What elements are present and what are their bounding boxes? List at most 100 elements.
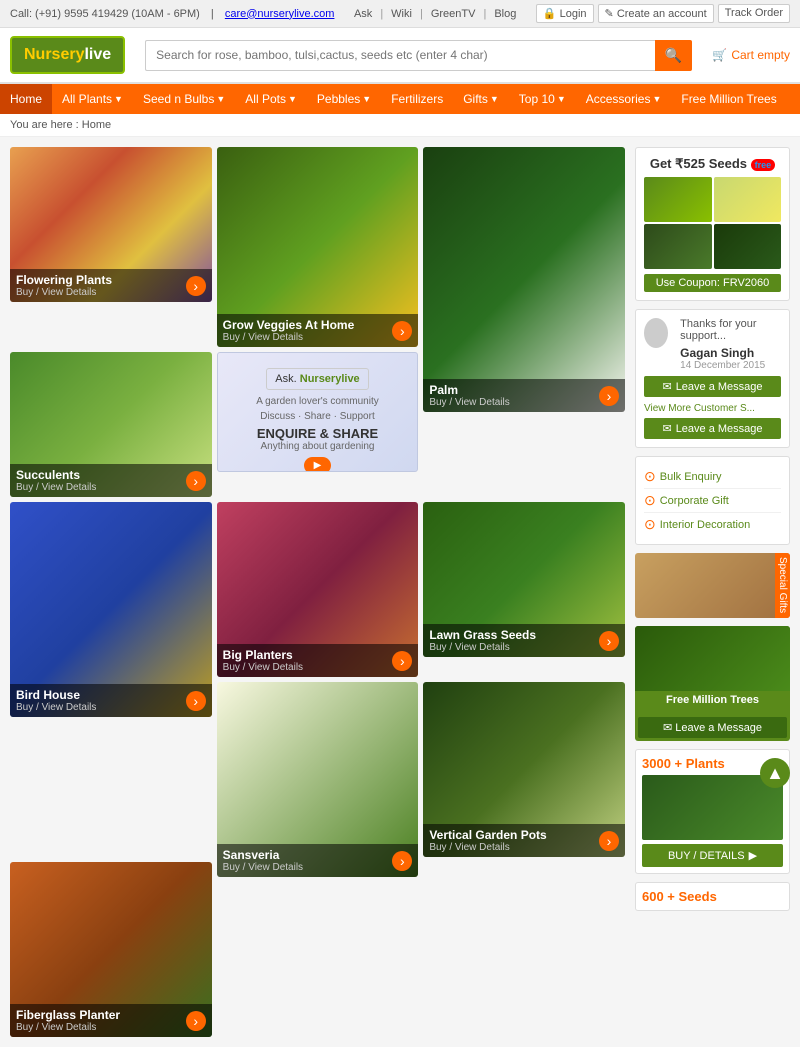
top-links: Ask | Wiki | GreenTV | Blog (354, 8, 516, 20)
seeds-count-title: 600 + Seeds (642, 889, 783, 904)
nav-home[interactable]: Home (0, 84, 52, 114)
card-flowering-subtitle: Buy / View Details (16, 287, 206, 298)
sidebar-free-trees[interactable]: Free Million Trees ✉ Leave a Message (635, 626, 790, 741)
search-button[interactable]: 🔍 (655, 40, 692, 71)
card-lawnglass[interactable]: Lawn Grass Seeds Buy / View Details › (423, 502, 625, 657)
main-nav: Home All Plants ▼ Seed n Bulbs ▼ All Pot… (0, 84, 800, 114)
card-lawnglass-btn[interactable]: › (599, 631, 619, 651)
free-trees-img (635, 626, 790, 691)
card-bigplanters-subtitle: Buy / View Details (223, 662, 413, 673)
nav-top10[interactable]: Top 10 ▼ (509, 84, 576, 114)
cart-label: Cart empty (731, 48, 790, 62)
review-name: Gagan Singh (680, 346, 781, 360)
top-bar-contact: Call: (+91) 9595 419429 (10AM - 6PM) | c… (10, 8, 334, 20)
card-palm-label: Palm Buy / View Details (423, 379, 625, 412)
create-account-button[interactable]: ✎ Create an account (598, 4, 714, 23)
review-date: 14 December 2015 (680, 360, 781, 371)
buy-details-btn[interactable]: BUY / DETAILS ▶ (642, 844, 783, 867)
card-bigplanters-title: Big Planters (223, 648, 413, 662)
card-succulents-subtitle: Buy / View Details (16, 482, 206, 493)
blog-link[interactable]: Blog (494, 8, 516, 20)
sidebar-seeds-count: 600 + Seeds (635, 882, 790, 911)
wiki-link[interactable]: Wiki (391, 8, 412, 20)
email-link[interactable]: care@nurserylive.com (225, 8, 335, 20)
card-bigplanters[interactable]: Big Planters Buy / View Details › (217, 502, 419, 677)
card-sansveria-title: Sansveria (223, 848, 413, 862)
card-birdhouse-subtitle: Buy / View Details (16, 702, 206, 713)
scroll-up-btn[interactable]: ▲ (760, 758, 790, 788)
view-more-customers[interactable]: View More Customer S... (644, 403, 781, 414)
breadcrumb-home[interactable]: Home (82, 119, 111, 131)
card-lawnglass-title: Lawn Grass Seeds (429, 628, 619, 642)
sidebar-special-gifts[interactable]: Special Gifts (635, 553, 790, 618)
track-order-button[interactable]: Track Order (718, 4, 790, 23)
nav-accessories[interactable]: Accessories ▼ (576, 84, 672, 114)
promo-title: Get ₹525 Seeds free (644, 156, 781, 172)
free-trees-message-btn[interactable]: ✉ Leave a Message (638, 717, 787, 738)
promo-img-2 (714, 177, 782, 222)
leave-message-btn[interactable]: ✉ Leave a Message (644, 376, 781, 397)
promo-img-1 (644, 177, 712, 222)
product-grid: Flowering Plants Buy / View Details › Gr… (10, 147, 625, 1037)
card-bigplanters-label: Big Planters Buy / View Details (217, 644, 419, 677)
promo-images (644, 177, 781, 269)
ask-link[interactable]: Ask (354, 8, 372, 20)
promo-badge: free (751, 159, 776, 171)
card-birdhouse-label: Bird House Buy / View Details (10, 684, 212, 717)
interior-decoration-link[interactable]: ⊙ Interior Decoration (644, 513, 781, 536)
card-fiberglass-subtitle: Buy / View Details (16, 1022, 206, 1033)
card-sansveria-label: Sansveria Buy / View Details (217, 844, 419, 877)
leave-message-btn-2[interactable]: ✉ Leave a Message (644, 418, 781, 439)
plants-img (642, 775, 783, 840)
card-succulents-btn[interactable]: › (186, 471, 206, 491)
nav-gifts[interactable]: Gifts ▼ (453, 84, 509, 114)
nav-fertilizers[interactable]: Fertilizers (381, 84, 453, 114)
card-veggies[interactable]: Grow Veggies At Home Buy / View Details … (217, 147, 419, 347)
card-veggies-title: Grow Veggies At Home (223, 318, 413, 332)
card-birdhouse-btn[interactable]: › (186, 691, 206, 711)
enquire-cta-btn[interactable]: ▶ (304, 457, 332, 472)
card-fiberglass-btn[interactable]: › (186, 1011, 206, 1031)
nav-pebbles[interactable]: Pebbles ▼ (307, 84, 381, 114)
card-flowering[interactable]: Flowering Plants Buy / View Details › (10, 147, 212, 302)
corporate-gift-link[interactable]: ⊙ Corporate Gift (644, 489, 781, 513)
enquire-tagline: A garden lover's community (228, 396, 408, 407)
breadcrumb: You are here : Home (0, 114, 800, 137)
card-fiberglass-title: Fiberglass Planter (16, 1008, 206, 1022)
card-enquire[interactable]: Ask. Nurserylive A garden lover's commun… (217, 352, 419, 472)
nav-free-million-trees[interactable]: Free Million Trees (671, 84, 786, 114)
enquire-subheading: Anything about gardening (228, 441, 408, 452)
card-vertical-title: Vertical Garden Pots (429, 828, 619, 842)
search-input[interactable] (145, 40, 655, 71)
card-veggies-subtitle: Buy / View Details (223, 332, 413, 343)
coupon-label: Use Coupon: FRV2060 (656, 277, 770, 289)
greentv-link[interactable]: GreenTV (431, 8, 476, 20)
nav-all-plants[interactable]: All Plants ▼ (52, 84, 133, 114)
card-vertical[interactable]: Vertical Garden Pots Buy / View Details … (423, 682, 625, 857)
login-button[interactable]: 🔒 Login (536, 4, 594, 23)
card-lawnglass-label: Lawn Grass Seeds Buy / View Details (423, 624, 625, 657)
card-flowering-btn[interactable]: › (186, 276, 206, 296)
logo[interactable]: Nurserylive (10, 36, 125, 74)
card-fiberglass[interactable]: Fiberglass Planter Buy / View Details › (10, 862, 212, 1037)
card-flowering-title: Flowering Plants (16, 273, 206, 287)
card-palm[interactable]: Palm Buy / View Details › (423, 147, 625, 412)
promo-img-3 (644, 224, 712, 269)
sidebar-review: Thanks for your support... Gagan Singh 1… (635, 309, 790, 448)
card-vertical-btn[interactable]: › (599, 831, 619, 851)
enquire-logo: Ask. Nurserylive (266, 368, 368, 390)
nav-seed-bulbs[interactable]: Seed n Bulbs ▼ (133, 84, 235, 114)
review-text: Thanks for your support... (680, 318, 781, 342)
card-palm-subtitle: Buy / View Details (429, 397, 619, 408)
cart-area[interactable]: 🛒 Cart empty (712, 48, 790, 62)
card-birdhouse[interactable]: Bird House Buy / View Details › (10, 502, 212, 717)
card-palm-btn[interactable]: › (599, 386, 619, 406)
nav-all-pots[interactable]: All Pots ▼ (235, 84, 307, 114)
top-bar: Call: (+91) 9595 419429 (10AM - 6PM) | c… (0, 0, 800, 28)
enquire-heading: ENQUIRE & SHARE (228, 426, 408, 441)
bulk-enquiry-link[interactable]: ⊙ Bulk Enquiry (644, 465, 781, 489)
card-palm-title: Palm (429, 383, 619, 397)
card-succulents[interactable]: Succulents Buy / View Details › (10, 352, 212, 497)
sidebar: Get ₹525 Seeds free Use Coupon: FRV2060 … (635, 147, 790, 1037)
special-gifts-label: Special Gifts (775, 553, 790, 618)
